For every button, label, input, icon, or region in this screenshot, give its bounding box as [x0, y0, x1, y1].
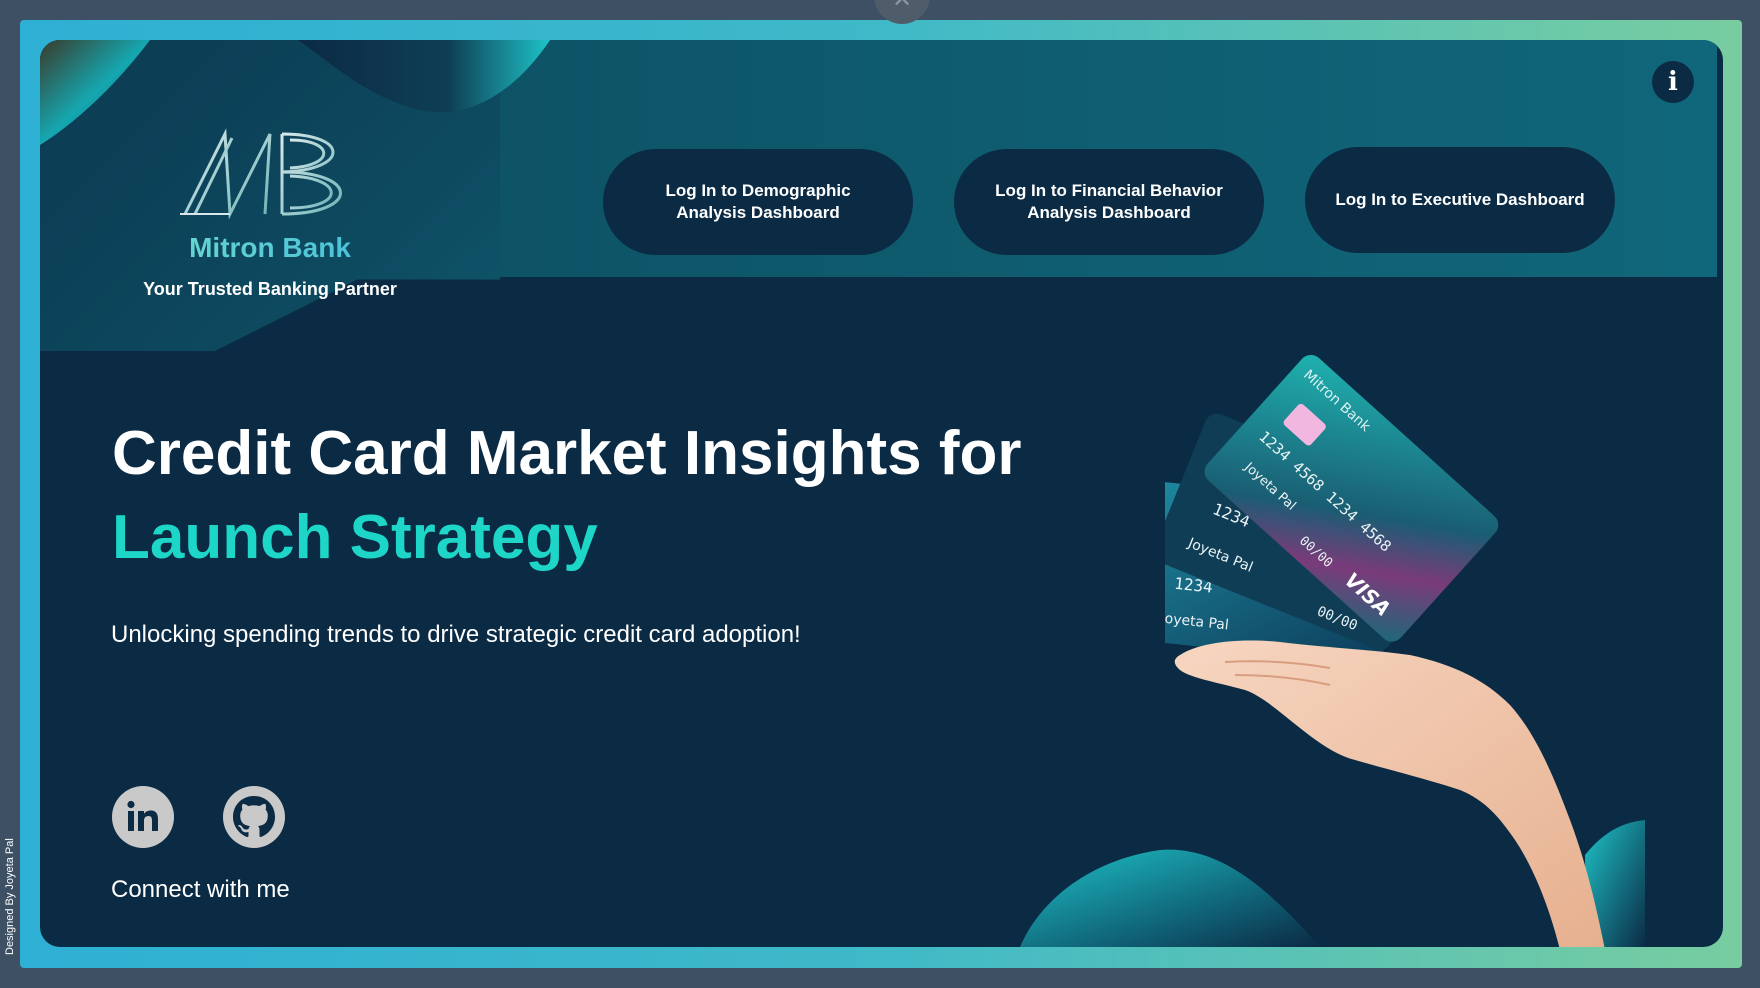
info-icon[interactable]: i [1652, 61, 1694, 103]
designer-credit: Designed By Joyeta Pal [4, 838, 16, 955]
github-glyph [233, 796, 275, 837]
credit-cards-illustration: 1234 Joyeta Pal 1234 Joyeta Pal 00/00 Mi… [1165, 354, 1645, 947]
page-subtitle: Unlocking spending trends to drive strat… [111, 621, 801, 648]
mb-monogram-icon [180, 128, 342, 220]
brand-name: Mitron Bank [40, 232, 500, 264]
linkedin-glyph [127, 800, 158, 831]
page-title-highlight: Launch Strategy [112, 503, 598, 572]
brand-tagline: Your Trusted Banking Partner [143, 279, 397, 299]
page-title-line1: Credit Card Market Insights for [112, 419, 1022, 488]
connect-label: Connect with me [111, 876, 290, 903]
landing-card: Mitron Bank Your Trusted Banking Partner… [40, 40, 1723, 947]
linkedin-icon[interactable] [112, 786, 174, 848]
page-title: Credit Card Market Insights for Launch S… [112, 412, 1021, 580]
executive-dashboard-login-button[interactable]: Log In to Executive Dashboard [1305, 147, 1615, 253]
demographic-dashboard-login-button[interactable]: Log In to Demographic Analysis Dashboard [603, 149, 913, 255]
financial-behavior-dashboard-login-button[interactable]: Log In to Financial Behavior Analysis Da… [954, 149, 1264, 255]
github-icon[interactable] [223, 786, 285, 848]
